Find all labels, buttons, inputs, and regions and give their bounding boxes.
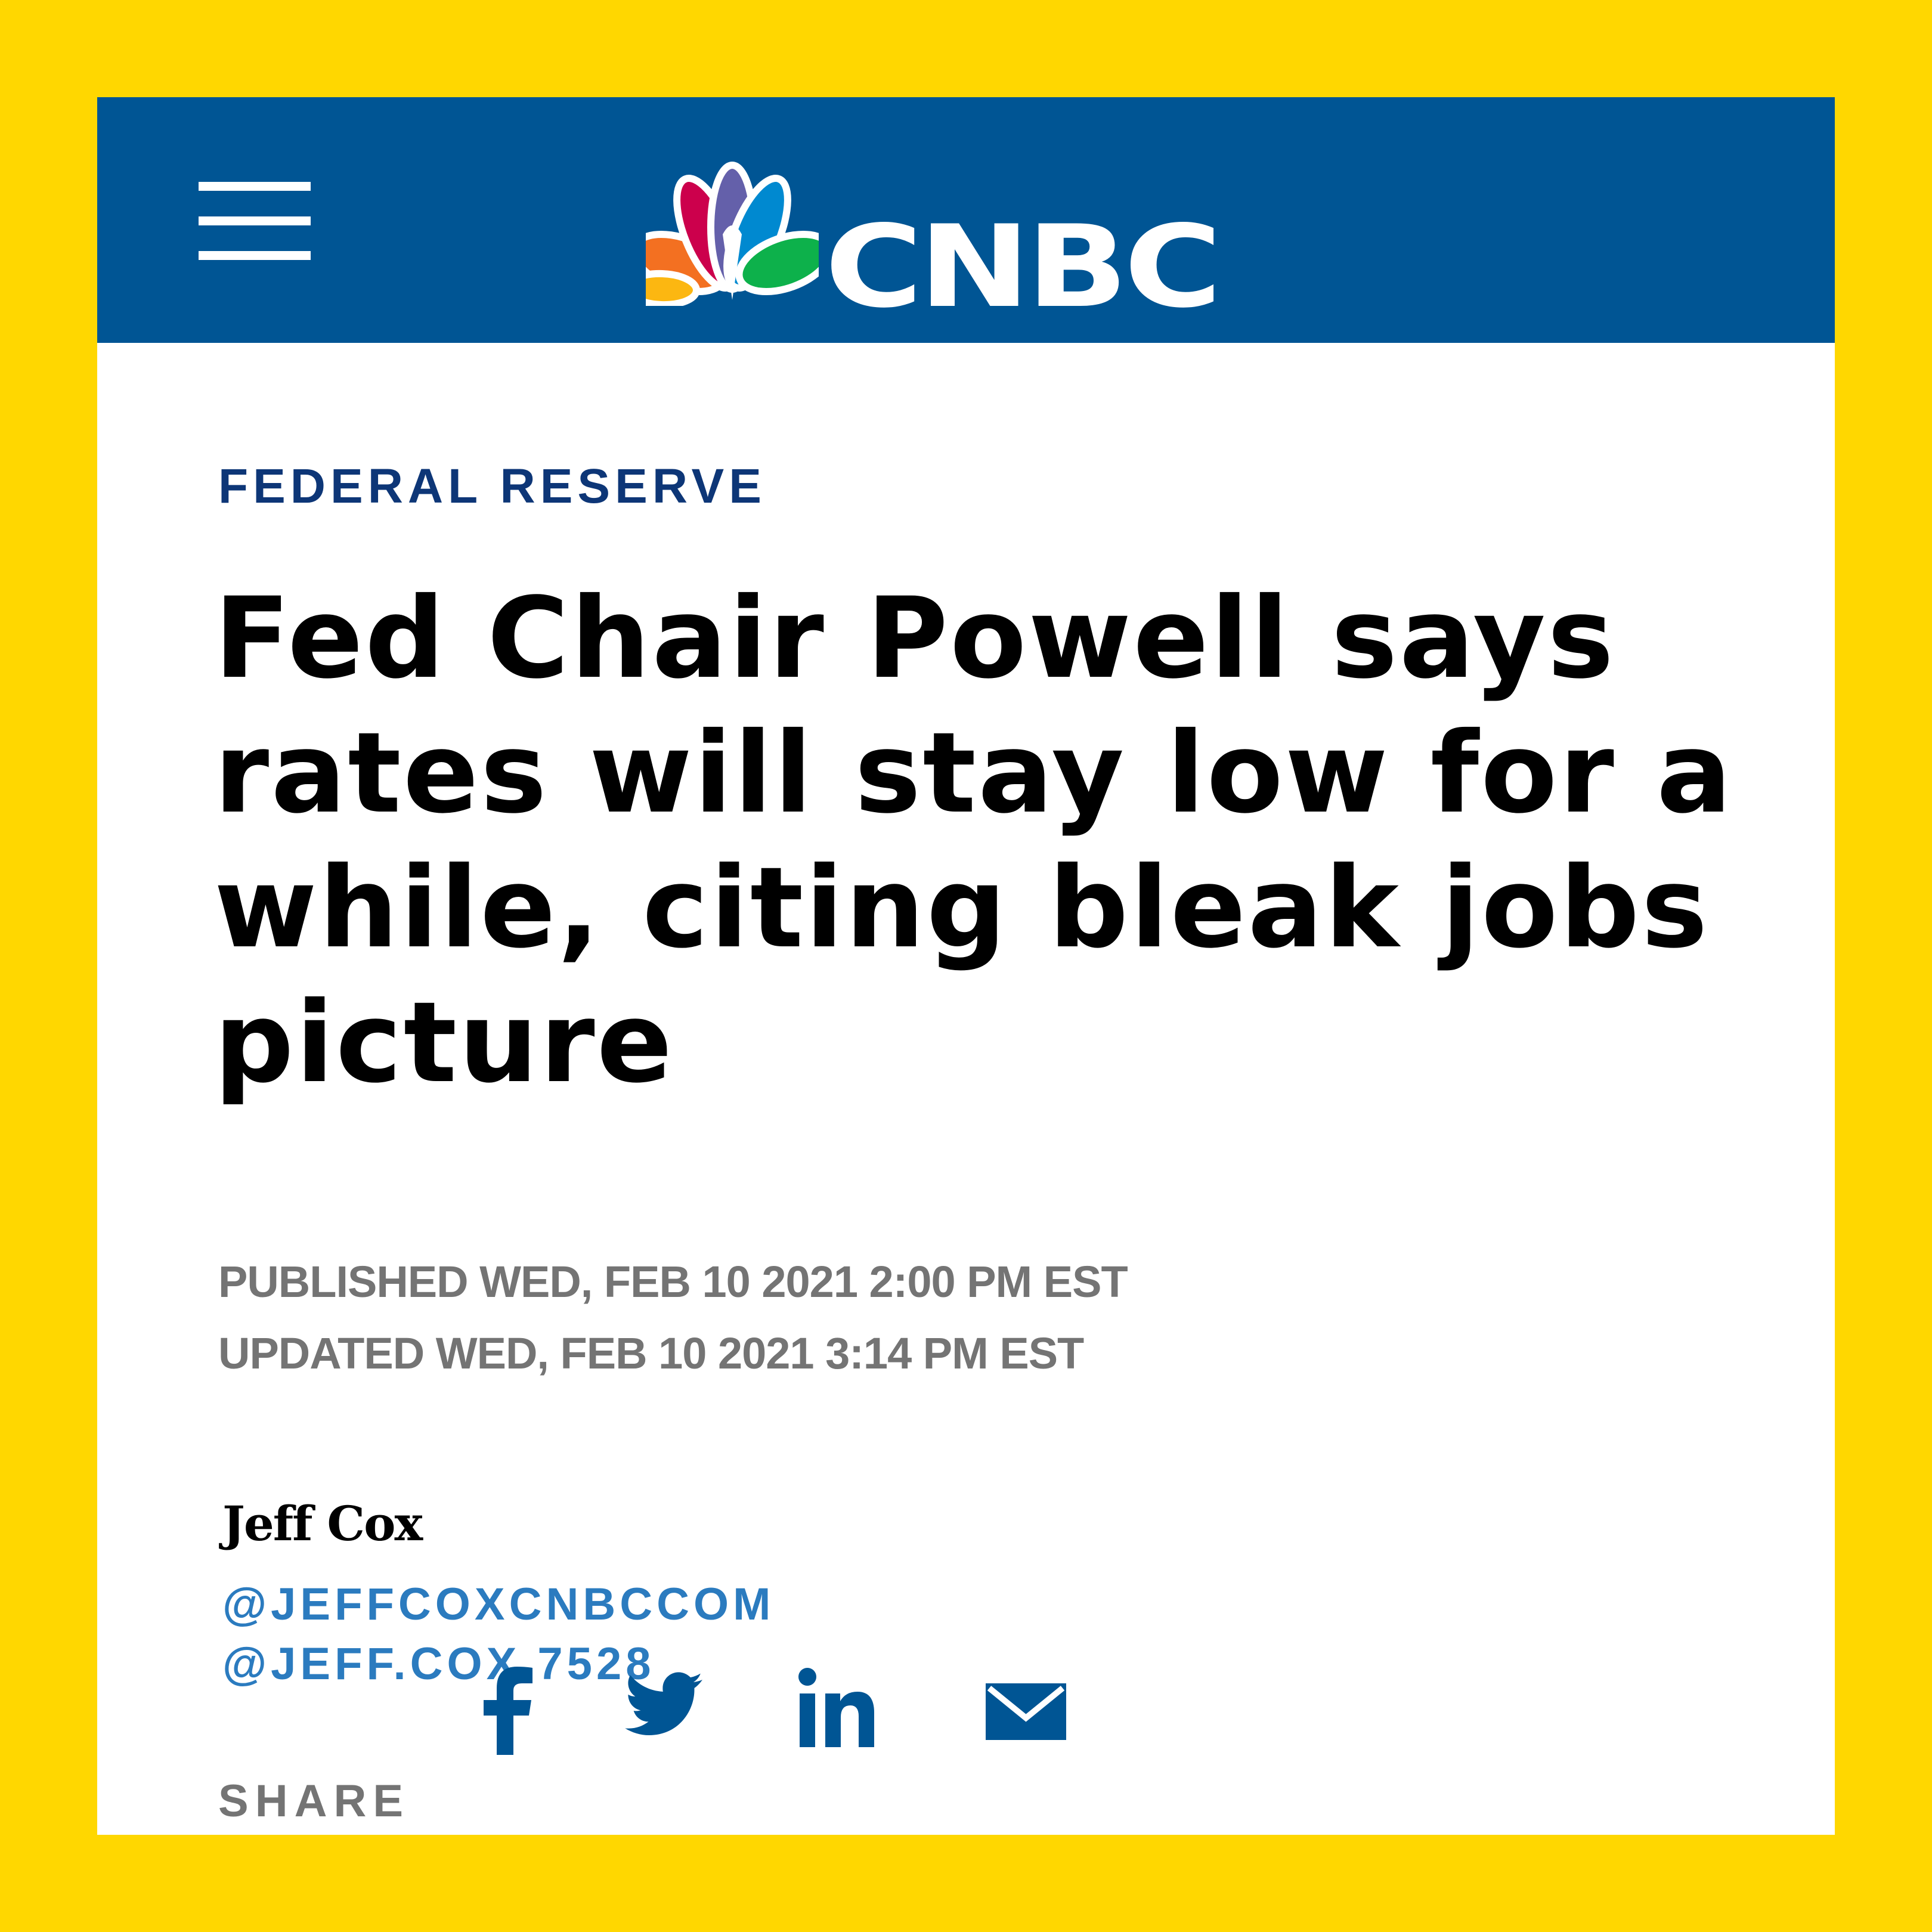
article-card: CNBC FEDERAL RESERVE Fed Chair Powell sa… <box>97 97 1835 1835</box>
author-name[interactable]: Jeff Cox <box>222 1500 423 1547</box>
facebook-icon[interactable] <box>479 1665 538 1755</box>
author-handle-twitter[interactable]: @JEFFCOXCNBCCOM <box>222 1582 775 1627</box>
updated-timestamp: UPDATED WED, FEB 10 2021 3:14 PM EST <box>218 1329 1084 1378</box>
peacock-feather-yellow <box>646 270 700 306</box>
peacock-icon <box>646 162 819 306</box>
twitter-icon[interactable] <box>625 1671 702 1737</box>
author-handle-facebook[interactable]: @JEFF.COX.7528 <box>222 1642 655 1687</box>
published-timestamp: PUBLISHED WED, FEB 10 2021 2:00 PM EST <box>218 1257 1128 1306</box>
menu-bar <box>199 216 311 225</box>
article-headline: Fed Chair Powell says rates will stay lo… <box>214 574 1734 1108</box>
logo-wordmark: CNBC <box>825 201 1222 333</box>
cnbc-logo[interactable]: CNBC <box>646 157 1385 324</box>
site-header: CNBC <box>97 97 1835 343</box>
email-icon[interactable] <box>986 1683 1066 1740</box>
section-label[interactable]: FEDERAL RESERVE <box>218 462 766 511</box>
menu-bar <box>199 251 311 260</box>
linkedin-icon[interactable] <box>798 1667 875 1748</box>
share-label: SHARE <box>218 1776 410 1826</box>
hamburger-menu-icon[interactable] <box>199 174 311 269</box>
menu-bar <box>199 182 311 191</box>
